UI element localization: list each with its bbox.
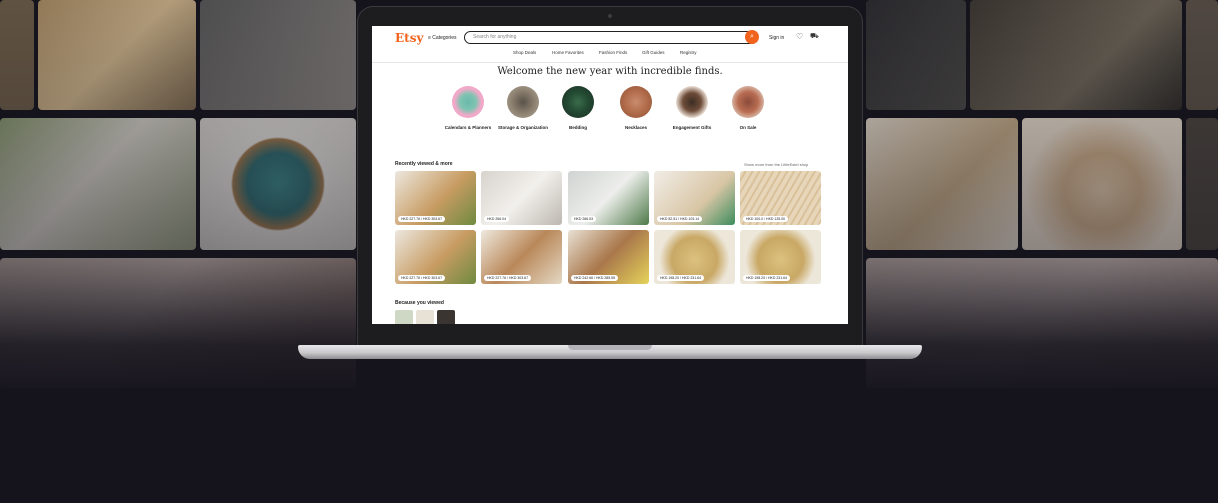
category-calendars-image[interactable] [452,86,484,118]
listing-price: HKD 266.53 [571,216,597,222]
recommended-thumbnail[interactable] [416,310,434,324]
listing-card[interactable]: HKD 198.20 / HKD 231.64 [654,230,735,284]
nav-home-favorites[interactable]: Home Favorites [552,50,584,55]
show-more-link[interactable]: Show more from the LittleEstel shop [744,162,808,167]
search-button[interactable]: ⌕ [745,30,759,44]
listing-card[interactable]: HKD 266.04 [481,171,562,225]
laptop-base [298,345,922,359]
etsy-header: Etsy ≡ Categories Search for anything ⌕ … [372,26,848,63]
category-label[interactable]: Engagement Gifts [665,125,719,131]
category-label[interactable]: Calendars & Planners [441,125,495,131]
cart-icon[interactable]: ⛟ [810,32,819,41]
category-label[interactable]: Storage & Organization [496,125,550,131]
etsy-logo[interactable]: Etsy [395,31,423,45]
categories-menu-button[interactable]: ≡ Categories [428,35,457,41]
category-on-sale-image[interactable] [732,86,764,118]
laptop-base-notch [568,345,652,350]
listing-price: HKD 198.20 / HKD 231.64 [657,275,705,281]
webcam [608,14,612,18]
listing-price: HKD 266.04 [484,216,510,222]
listing-card[interactable]: HKD 198.20 / HKD 231.64 [740,230,821,284]
category-storage-image[interactable] [507,86,539,118]
welcome-heading: Welcome the new year with incredible fin… [497,66,723,77]
listing-card[interactable]: HKD 227.76 / HKD 303.67 [395,171,476,225]
category-necklaces-image[interactable] [620,86,652,118]
listing-price: HKD 227.76 / HKD 303.67 [484,275,532,281]
listing-card[interactable]: HKD 266.53 [568,171,649,225]
sign-in-link[interactable]: Sign in [769,35,784,41]
listing-price: HKD 100.0 / HKD 125.00 [743,216,789,222]
recently-viewed-heading: Recently viewed & more [395,161,453,167]
nav-fashion-finds[interactable]: Fashion Finds [599,50,627,55]
search-input[interactable]: Search for anything ⌕ [464,30,759,44]
laptop-screen: Etsy ≡ Categories Search for anything ⌕ … [372,26,848,324]
listing-card[interactable]: HKD 100.0 / HKD 125.00 [740,171,821,225]
because-viewed-heading: Because you viewed [395,300,444,306]
search-placeholder: Search for anything [473,34,517,40]
nav-registry[interactable]: Registry [680,50,697,55]
listing-price: HKD 242.66 / HKD 285.55 [571,275,619,281]
listing-card[interactable]: HKD 227.76 / HKD 303.67 [395,230,476,284]
laptop: Etsy ≡ Categories Search for anything ⌕ … [357,6,863,348]
listing-card[interactable]: HKD 82.51 / HKD 103.14 [654,171,735,225]
recommended-thumbnail[interactable] [437,310,455,324]
recommended-thumbnail[interactable] [395,310,413,324]
nav-shop-deals[interactable]: Shop Deals [513,50,536,55]
heart-icon[interactable]: ♡ [796,32,803,41]
listing-price: HKD 82.51 / HKD 103.14 [657,216,703,222]
listing-price: HKD 227.76 / HKD 303.67 [398,216,446,222]
category-label[interactable]: Bedding [551,125,605,131]
category-bedding-image[interactable] [562,86,594,118]
category-engagement-image[interactable] [676,86,708,118]
listing-card[interactable]: HKD 227.76 / HKD 303.67 [481,230,562,284]
search-icon: ⌕ [750,33,754,40]
nav-gift-guides[interactable]: Gift Guides [642,50,665,55]
category-label[interactable]: On Sale [721,125,775,131]
listing-price: HKD 198.20 / HKD 231.64 [743,275,791,281]
listing-card[interactable]: HKD 242.66 / HKD 285.55 [568,230,649,284]
category-label[interactable]: Necklaces [609,125,663,131]
listing-price: HKD 227.76 / HKD 303.67 [398,275,446,281]
